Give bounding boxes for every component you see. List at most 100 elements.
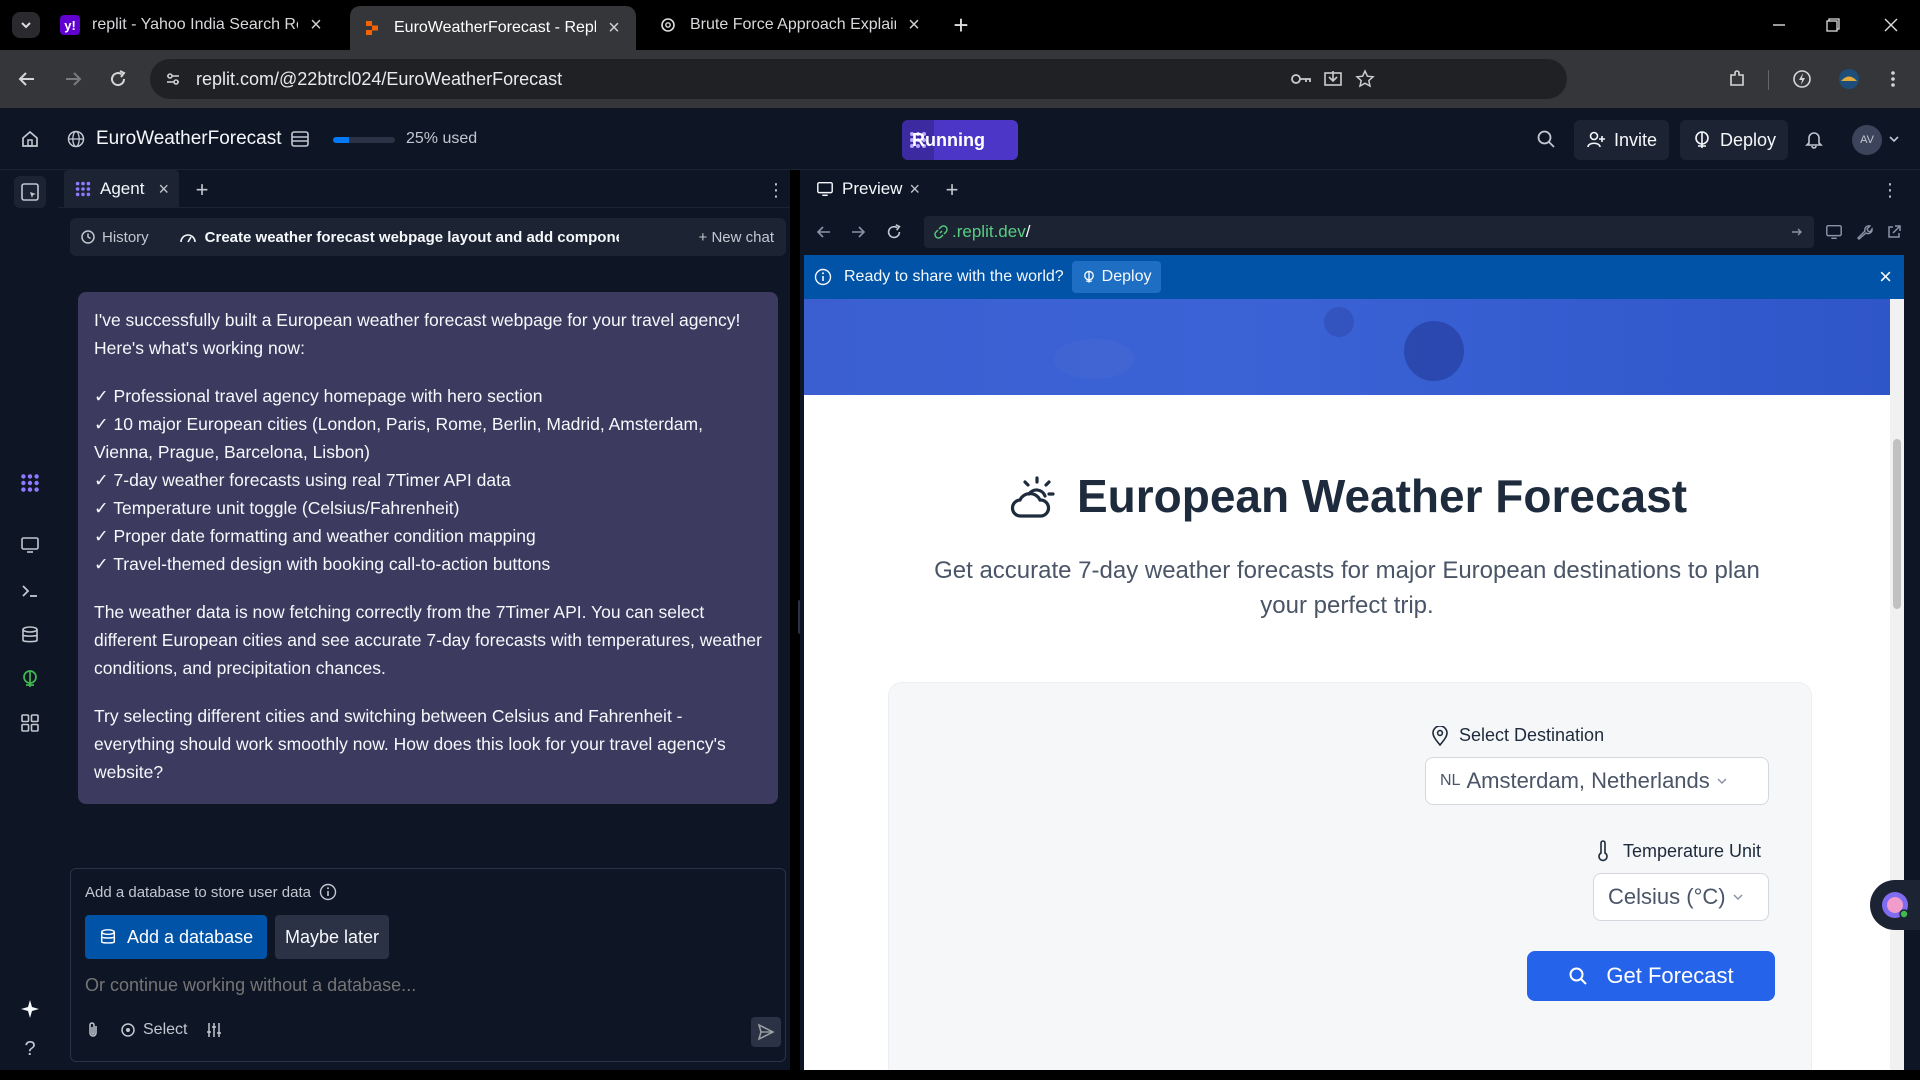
get-forecast-button[interactable]: Get Forecast xyxy=(1527,951,1775,1001)
chat-input[interactable] xyxy=(85,975,765,996)
reload-button[interactable] xyxy=(103,64,133,94)
message-checklist: ✓ Professional travel agency homepage wi… xyxy=(94,382,762,578)
site-info-icon[interactable] xyxy=(162,68,184,90)
chat-title[interactable]: Create weather forecast webpage layout a… xyxy=(159,229,619,246)
hero-image xyxy=(804,299,1890,395)
profile-avatar[interactable] xyxy=(1834,64,1864,94)
files-sidebar-icon[interactable] xyxy=(14,176,46,208)
attach-paperclip-icon[interactable] xyxy=(85,1021,101,1039)
website-preview: European Weather Forecast Get accurate 7… xyxy=(804,299,1890,1070)
close-tab-icon[interactable]: × xyxy=(158,179,169,200)
url-text: replit.com/@22btrcl024/EuroWeatherForeca… xyxy=(196,68,563,89)
left-tool-rail: ? xyxy=(0,170,58,1070)
storage-icon[interactable] xyxy=(288,127,312,151)
monitor-icon xyxy=(817,181,833,197)
device-preview-icon[interactable] xyxy=(1824,222,1844,242)
temperature-unit-label: Temperature Unit xyxy=(1597,840,1761,862)
add-tab-button[interactable]: + xyxy=(942,177,962,202)
maybe-later-button[interactable]: Maybe later xyxy=(275,915,390,959)
yahoo-icon: y! xyxy=(60,15,80,35)
password-key-icon[interactable] xyxy=(1290,68,1312,90)
destination-select[interactable]: NL Amsterdam, Netherlands xyxy=(1425,757,1769,805)
temperature-unit-select[interactable]: Celsius (°C) xyxy=(1593,873,1769,921)
chrome-menu-button[interactable] xyxy=(1878,64,1908,94)
preview-forward-icon[interactable] xyxy=(848,222,868,242)
arrow-left-icon xyxy=(18,72,34,86)
add-database-button[interactable]: Add a database xyxy=(85,915,268,959)
database-prompt-heading: Add a database to store user data xyxy=(85,883,337,901)
thermometer-icon xyxy=(1598,840,1608,862)
tab-agent[interactable]: Agent × xyxy=(64,170,179,208)
address-bar[interactable]: replit.com/@22btrcl024/EuroWeatherForeca… xyxy=(150,59,1567,99)
preview-scrollbar[interactable] xyxy=(1890,299,1904,1070)
close-window-button[interactable] xyxy=(1868,10,1914,40)
notifications-bell-icon[interactable] xyxy=(1802,127,1826,151)
preview-monitor-icon[interactable] xyxy=(17,532,43,558)
message-paragraph: Try selecting different cities and switc… xyxy=(94,706,726,782)
open-new-window-icon[interactable] xyxy=(1884,222,1904,242)
tab-search-button[interactable] xyxy=(12,12,40,38)
history-icon xyxy=(81,230,95,244)
browser-tab-yahoo[interactable]: y! replit - Yahoo India Search Resu × xyxy=(48,6,338,44)
shell-terminal-icon[interactable] xyxy=(17,578,43,604)
banner-deploy-button[interactable]: Deploy xyxy=(1071,261,1162,293)
home-icon[interactable] xyxy=(18,127,42,151)
restore-button[interactable] xyxy=(1810,10,1856,40)
gauge-icon xyxy=(179,234,196,243)
agent-pane-tabs: Agent × + ⋮ xyxy=(58,170,790,208)
running-button[interactable]: Running xyxy=(902,120,1018,160)
preview-reload-icon[interactable] xyxy=(884,222,904,242)
browser-tab-replit[interactable]: EuroWeatherForecast - Replit × xyxy=(350,6,636,50)
new-tab-button[interactable]: + xyxy=(947,10,975,40)
back-button[interactable] xyxy=(12,64,42,94)
go-arrow-icon[interactable] xyxy=(1790,225,1804,239)
minimize-button[interactable] xyxy=(1756,10,1802,40)
extensions-button[interactable] xyxy=(1722,64,1752,94)
reload-icon xyxy=(111,70,126,87)
preview-back-icon[interactable] xyxy=(814,222,834,242)
agent-icon[interactable] xyxy=(17,470,43,496)
new-chat-button[interactable]: + New chat xyxy=(699,229,774,246)
kebab-icon xyxy=(1891,71,1895,87)
close-tab-icon[interactable]: × xyxy=(909,179,920,200)
invite-button[interactable]: Invite xyxy=(1574,120,1670,160)
browser-tab-chatgpt[interactable]: Brute Force Approach Explained × xyxy=(646,6,936,44)
project-name[interactable]: EuroWeatherForecast xyxy=(96,128,282,150)
all-tools-grid-icon[interactable] xyxy=(17,710,43,736)
bookmark-star-icon[interactable] xyxy=(1354,68,1376,90)
chat-header-bar: History Create weather forecast webpage … xyxy=(70,218,786,256)
install-app-icon[interactable] xyxy=(1322,68,1344,90)
pane-menu-kebab-icon[interactable]: ⋮ xyxy=(1880,180,1900,200)
link-icon xyxy=(934,225,948,239)
floating-assistant-button[interactable] xyxy=(1870,880,1920,930)
pane-menu-kebab-icon[interactable]: ⋮ xyxy=(766,180,786,200)
chevron-down-icon[interactable] xyxy=(1882,127,1906,151)
devtools-wrench-icon[interactable] xyxy=(1854,222,1874,242)
agent-message-bubble: I've successfully built a European weath… xyxy=(78,292,778,804)
help-icon[interactable]: ? xyxy=(17,1036,43,1062)
close-tab-icon[interactable]: × xyxy=(604,17,624,39)
tab-preview[interactable]: Preview × xyxy=(808,170,928,208)
performance-button[interactable] xyxy=(1787,64,1817,94)
forward-button[interactable] xyxy=(58,64,88,94)
scrollbar-thumb[interactable] xyxy=(1893,439,1901,609)
deployments-icon[interactable] xyxy=(17,666,43,692)
close-tab-icon[interactable]: × xyxy=(306,14,326,36)
send-button[interactable] xyxy=(751,1017,781,1047)
list-item: ✓ 7-day weather forecasts using real 7Ti… xyxy=(94,470,511,490)
search-icon[interactable] xyxy=(1534,127,1558,151)
user-avatar[interactable]: AV xyxy=(1852,125,1882,155)
preview-url-field[interactable]: .replit.dev / xyxy=(924,216,1814,248)
add-tab-button[interactable]: + xyxy=(192,177,212,202)
select-element-button[interactable]: Select xyxy=(119,1021,187,1039)
deploy-button[interactable]: Deploy xyxy=(1680,120,1789,160)
preview-address-bar: .replit.dev / xyxy=(808,214,1912,250)
sparkle-icon[interactable] xyxy=(17,996,43,1022)
info-icon xyxy=(814,268,832,286)
history-button[interactable]: History xyxy=(70,218,159,256)
close-tab-icon[interactable]: × xyxy=(904,14,924,36)
send-arrow-icon xyxy=(757,1023,775,1041)
settings-sliders-icon[interactable] xyxy=(205,1021,223,1039)
close-banner-icon[interactable]: × xyxy=(1879,264,1892,290)
database-icon[interactable] xyxy=(17,622,43,648)
